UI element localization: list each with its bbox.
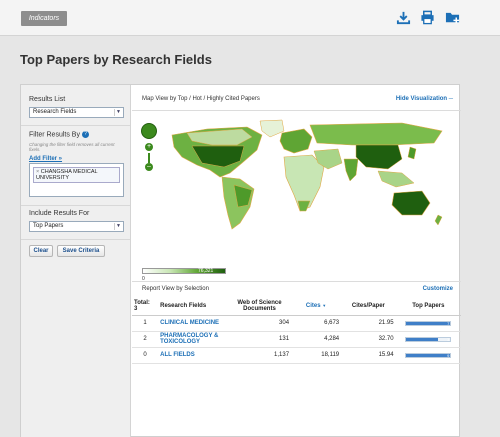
top-papers-bar: 7 bbox=[405, 320, 452, 326]
cites-per-paper-value: 21.95 bbox=[341, 315, 396, 332]
col-top-papers[interactable]: Top Papers bbox=[395, 297, 461, 316]
top-papers-count: 9 bbox=[447, 352, 450, 358]
col-docs[interactable]: Web of Science Documents bbox=[227, 297, 292, 316]
table-header-row: Total: 3 Research Fields Web of Science … bbox=[132, 297, 461, 316]
top-papers-cell: 7 bbox=[395, 315, 461, 332]
filter-label-text: Filter Results By bbox=[29, 131, 80, 139]
hide-visualization-link[interactable]: Hide Visualization ─ bbox=[396, 96, 453, 102]
chevron-down-icon: ▼ bbox=[114, 109, 122, 116]
col-cites[interactable]: Cites ▼ bbox=[291, 297, 342, 316]
documents-value: 1,137 bbox=[227, 347, 292, 364]
sort-desc-icon: ▼ bbox=[322, 302, 327, 308]
top-papers-count: 3 bbox=[447, 336, 450, 342]
map-region-russia bbox=[309, 122, 443, 146]
include-results-value: Top Papers bbox=[33, 223, 64, 229]
zoom-in-button[interactable]: + bbox=[145, 143, 153, 151]
top-papers-bar: 3 bbox=[405, 336, 452, 342]
chevron-down-icon: ▼ bbox=[114, 223, 122, 230]
map-legend-bar bbox=[142, 268, 226, 274]
row-index: 2 bbox=[132, 331, 159, 348]
top-papers-bar-fill bbox=[406, 321, 451, 325]
col-cites-label: Cites bbox=[305, 302, 321, 309]
results-table: Total: 3 Research Fields Web of Science … bbox=[132, 297, 461, 364]
col-cites-per-paper[interactable]: Cites/Paper bbox=[341, 297, 396, 316]
zoom-out-button[interactable]: – bbox=[145, 163, 153, 171]
documents-value: 304 bbox=[227, 315, 292, 332]
indicators-tab[interactable]: Indicators bbox=[21, 11, 67, 26]
row-index: 1 bbox=[132, 315, 159, 332]
cites-per-paper-value: 15.94 bbox=[341, 347, 396, 364]
row-index: 0 bbox=[132, 347, 159, 364]
col-research-fields[interactable]: Research Fields bbox=[158, 297, 228, 316]
map-region-southeast-asia bbox=[377, 170, 415, 188]
map-region-china bbox=[355, 144, 403, 170]
zoom-slider[interactable] bbox=[148, 153, 150, 163]
download-icon[interactable] bbox=[396, 10, 411, 25]
filter-note: Changing the filter field removes all cu… bbox=[29, 142, 115, 152]
research-field-link[interactable]: CLINICAL MEDICINE bbox=[158, 315, 228, 332]
top-papers-bar-fill bbox=[406, 353, 451, 357]
top-toolbar: Indicators bbox=[0, 0, 500, 36]
cites-value: 18,119 bbox=[291, 347, 342, 364]
divider bbox=[21, 125, 130, 126]
documents-value: 131 bbox=[227, 331, 292, 348]
map-region-europe bbox=[279, 128, 313, 154]
clear-button[interactable]: Clear bbox=[29, 245, 53, 257]
print-icon[interactable] bbox=[420, 10, 435, 25]
help-icon[interactable]: ? bbox=[81, 131, 89, 138]
cites-value: 4,284 bbox=[291, 331, 342, 348]
research-field-link[interactable]: ALL FIELDS bbox=[158, 347, 228, 364]
add-filter-link[interactable]: Add Filter » bbox=[29, 156, 62, 162]
main-content: Map View by Top / Hot / Highly Cited Pap… bbox=[132, 85, 461, 437]
divider bbox=[21, 205, 130, 206]
divider bbox=[132, 281, 461, 282]
research-field-link[interactable]: PHARMACOLOGY & TOXICOLOGY bbox=[158, 331, 228, 348]
filter-chip[interactable]: × CHANGSHA MEDICAL UNIVERSITY bbox=[33, 167, 120, 183]
cites-per-paper-value: 32.70 bbox=[341, 331, 396, 348]
results-panel: Results List Research Fields ▼ Filter Re… bbox=[20, 84, 461, 437]
map-pan-control[interactable] bbox=[141, 123, 157, 139]
legend-max: 76,321 bbox=[198, 268, 214, 274]
filter-chip-box: × CHANGSHA MEDICAL UNIVERSITY bbox=[29, 163, 124, 197]
save-criteria-button[interactable]: Save Criteria bbox=[57, 245, 105, 257]
minus-icon: ─ bbox=[448, 96, 453, 102]
results-list-select[interactable]: Research Fields ▼ bbox=[29, 107, 124, 118]
include-results-select[interactable]: Top Papers ▼ bbox=[29, 221, 124, 232]
table-row[interactable]: 1 CLINICAL MEDICINE 304 6,673 21.95 7 bbox=[132, 315, 461, 332]
map-region-india bbox=[343, 158, 359, 182]
top-papers-bar-fill bbox=[406, 337, 438, 341]
map-region-south-africa bbox=[297, 200, 311, 212]
world-map[interactable] bbox=[152, 115, 452, 235]
top-papers-cell: 9 bbox=[395, 347, 461, 364]
report-title: Report View by Selection bbox=[142, 286, 209, 292]
map-title: Map View by Top / Hot / Highly Cited Pap… bbox=[142, 96, 260, 102]
map-region-australia bbox=[391, 190, 431, 216]
divider bbox=[132, 110, 461, 111]
folder-add-icon[interactable] bbox=[445, 10, 460, 25]
filter-chip-label: CHANGSHA MEDICAL UNIVERSITY bbox=[36, 169, 98, 181]
filter-label: Filter Results By? bbox=[29, 131, 89, 138]
include-results-label: Include Results For bbox=[29, 210, 90, 217]
top-papers-bar: 9 bbox=[405, 352, 452, 358]
customize-link[interactable]: Customize bbox=[423, 286, 453, 292]
page-title: Top Papers by Research Fields bbox=[20, 52, 212, 67]
table-row[interactable]: 0 ALL FIELDS 1,137 18,119 15.94 9 bbox=[132, 347, 461, 364]
results-list-label: Results List bbox=[29, 96, 66, 103]
col-total: Total: 3 bbox=[132, 297, 159, 316]
map-region-new-zealand bbox=[434, 214, 443, 226]
cites-value: 6,673 bbox=[291, 315, 342, 332]
hide-visualization-label: Hide Visualization bbox=[395, 96, 448, 102]
map-region-greenland bbox=[259, 119, 285, 138]
divider bbox=[21, 239, 130, 240]
results-list-value: Research Fields bbox=[33, 109, 77, 115]
top-papers-count: 7 bbox=[447, 320, 450, 326]
filter-sidebar: Results List Research Fields ▼ Filter Re… bbox=[21, 85, 131, 437]
top-papers-cell: 3 bbox=[395, 331, 461, 348]
table-row[interactable]: 2 PHARMACOLOGY & TOXICOLOGY 131 4,284 32.70 3 bbox=[132, 331, 461, 348]
map-region-japan bbox=[407, 146, 417, 160]
